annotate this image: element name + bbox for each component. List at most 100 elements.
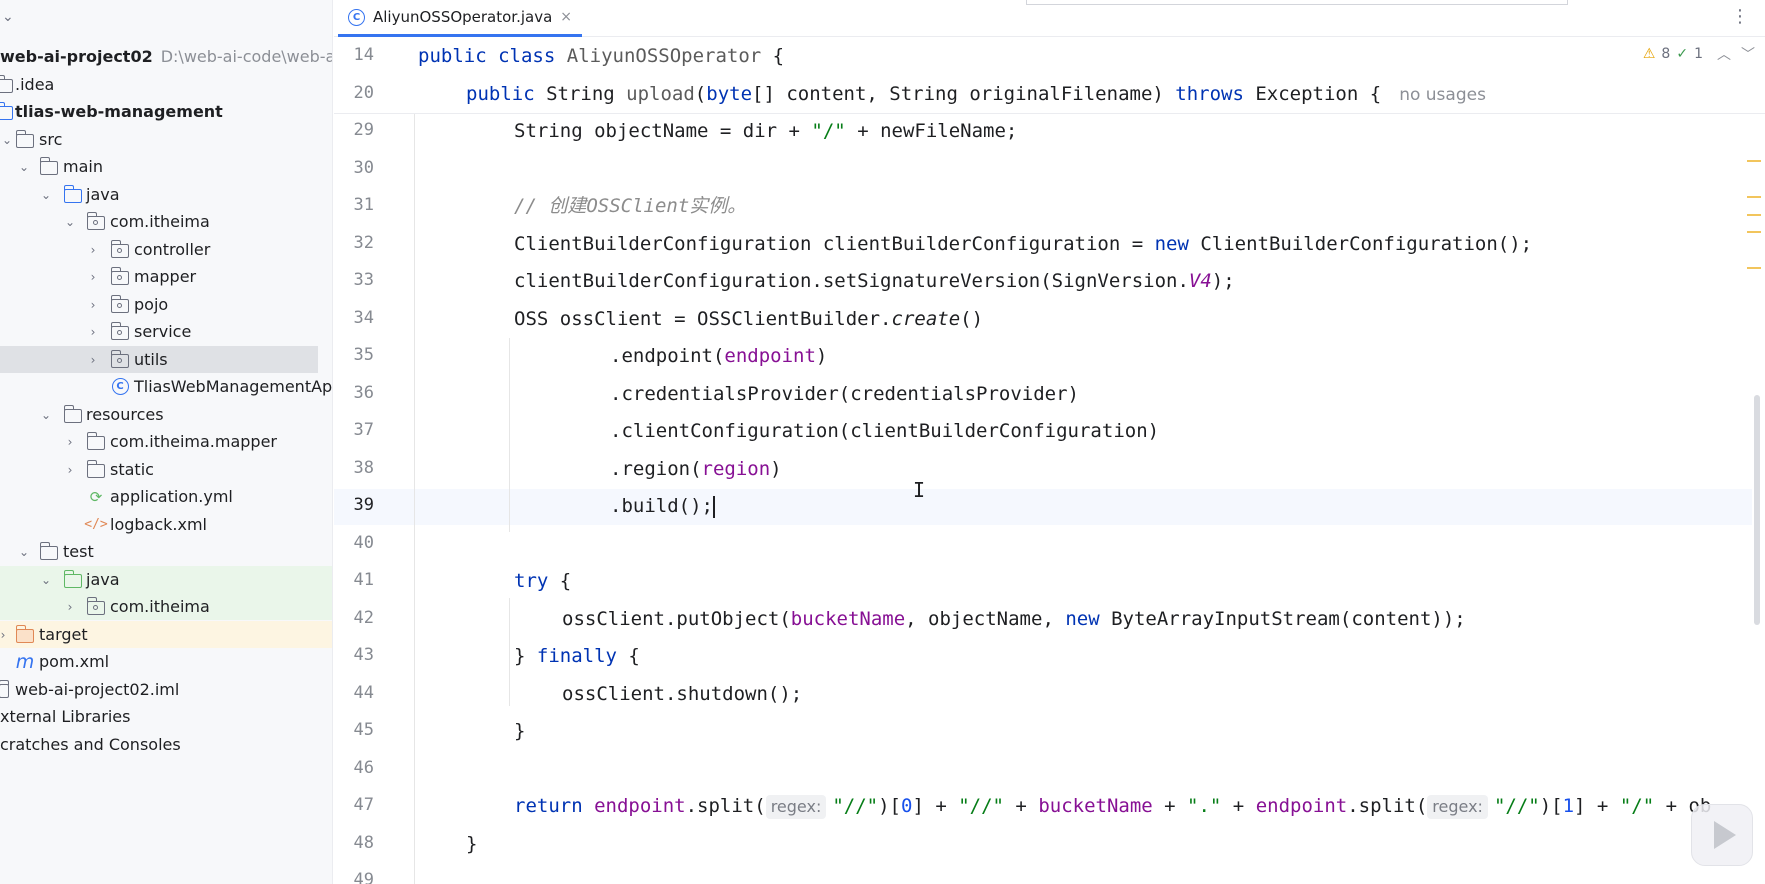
tree-item-logback-xml[interactable]: </> logback.xml	[0, 511, 332, 538]
chevron-right-icon[interactable]: ›	[86, 243, 100, 257]
tree-item-label: static	[110, 460, 154, 479]
play-overlay-button[interactable]	[1691, 804, 1753, 866]
tree-item-static[interactable]: › static	[0, 456, 332, 483]
tree-item-target[interactable]: › target	[0, 621, 332, 648]
tree-item-java[interactable]: ⌄ java	[0, 181, 332, 208]
chevron-right-icon[interactable]: ›	[63, 435, 77, 449]
current-line-highlight	[334, 489, 1752, 525]
code-line-36: .credentialsProvider(credentialsProvider…	[610, 383, 1079, 405]
tree-item-module[interactable]: tlias-web-management	[0, 98, 332, 125]
tree-item-label: target	[39, 625, 88, 644]
warning-stripe[interactable]	[1747, 267, 1761, 269]
tree-item-idea[interactable]: .idea	[0, 71, 332, 98]
warning-stripe[interactable]	[1747, 196, 1761, 198]
chevron-up-icon[interactable]: ︿	[1717, 44, 1731, 64]
indent-guide	[509, 598, 510, 706]
test-source-folder-icon	[63, 569, 83, 590]
tree-item-package-itheima[interactable]: ⌄ com.itheima	[0, 208, 332, 235]
tree-item-iml[interactable]: web-ai-project02.iml	[0, 676, 332, 703]
tree-item-resources[interactable]: ⌄ resources	[0, 401, 332, 428]
tree-item-mapper[interactable]: › mapper	[0, 263, 332, 290]
code-editor[interactable]: C AliyunOSSOperator.java × ⋮ 14 public c…	[334, 0, 1765, 884]
code-line-33: clientBuilderConfiguration.setSignatureV…	[514, 270, 1235, 292]
project-tool-window: ⌄ web-ai-project02D:\web-ai-code\web-ai-…	[0, 0, 333, 884]
code-line-42: ossClient.putObject(bucketName, objectNa…	[562, 608, 1466, 630]
indent-guide	[509, 338, 510, 532]
line-number: 35	[353, 345, 374, 365]
line-number: 41	[353, 570, 374, 590]
package-icon	[110, 239, 130, 260]
chevron-right-icon[interactable]: ›	[0, 628, 10, 642]
chevron-down-icon[interactable]: ⌄	[39, 408, 53, 422]
editor-tab-bar: C AliyunOSSOperator.java × ⋮	[334, 0, 1765, 37]
tree-item-label: pom.xml	[39, 652, 110, 671]
tree-item-scratches[interactable]: cratches and Consoles	[0, 731, 332, 758]
chevron-down-icon[interactable]: ⌄	[39, 573, 53, 587]
tree-item-test-package[interactable]: › com.itheima	[0, 593, 332, 620]
tree-item-pojo[interactable]: › pojo	[0, 291, 332, 318]
code-line: public String upload(byte[] content, Str…	[466, 83, 1486, 105]
chevron-down-icon[interactable]: ⌄	[2, 9, 14, 25]
chevron-right-icon[interactable]: ›	[63, 463, 77, 477]
tree-item-utils[interactable]: › utils	[0, 346, 318, 373]
tree-item-label: web-ai-project02D:\web-ai-code\web-ai-p	[0, 47, 332, 66]
tree-item-label: com.itheima.mapper	[110, 432, 278, 451]
tree-item-application-yml[interactable]: ⟳ application.yml	[0, 483, 332, 510]
code-line-43: } finally {	[514, 645, 640, 667]
tree-item-test-java[interactable]: ⌄ java	[0, 566, 332, 593]
code-line-44: ossClient.shutdown();	[562, 683, 803, 705]
check-count: 1	[1694, 46, 1703, 62]
folder-icon	[15, 129, 35, 150]
tree-item-label: main	[63, 157, 103, 176]
tree-item-label: tlias-web-management	[15, 102, 223, 121]
close-icon[interactable]: ×	[560, 9, 572, 25]
tree-item-src[interactable]: ⌄ src	[0, 126, 332, 153]
package-icon	[110, 294, 130, 315]
maven-icon: m	[15, 650, 35, 673]
code-line-29: String objectName = dir + "/" + newFileN…	[514, 120, 1018, 142]
sticky-separator	[334, 113, 1765, 114]
tree-item-project-root[interactable]: web-ai-project02D:\web-ai-code\web-ai-p	[0, 43, 332, 70]
chevron-right-icon[interactable]: ›	[63, 600, 77, 614]
tree-item-label: utils	[134, 350, 168, 369]
chevron-down-icon[interactable]: ⌄	[63, 215, 77, 229]
tree-item-service[interactable]: › service	[0, 318, 332, 345]
chevron-down-icon[interactable]: ⌄	[0, 133, 14, 147]
tab-aliyun-oss-operator[interactable]: C AliyunOSSOperator.java ×	[338, 0, 583, 37]
line-number-gutter[interactable]: 29 30 31 32 33 34 35 36 37 38 39 40 41 4…	[334, 37, 414, 884]
tree-item-resources-mapper[interactable]: › com.itheima.mapper	[0, 428, 332, 455]
xml-file-icon: </>	[84, 517, 108, 532]
line-number: 48	[353, 833, 374, 853]
tree-item-pom-xml[interactable]: m pom.xml	[0, 648, 332, 675]
module-file-icon	[0, 679, 14, 700]
chevron-right-icon[interactable]: ›	[86, 298, 100, 312]
tree-item-test[interactable]: ⌄ test	[0, 538, 332, 565]
usages-hint[interactable]: no usages	[1399, 85, 1486, 105]
tree-item-label: web-ai-project02.iml	[15, 680, 180, 699]
chevron-right-icon[interactable]: ›	[86, 353, 100, 367]
warning-stripe[interactable]	[1747, 214, 1761, 216]
tree-item-label: java	[86, 570, 120, 589]
warning-icon: ⚠	[1642, 46, 1656, 62]
class-icon: C	[348, 8, 365, 26]
inspections-widget[interactable]: ⚠ 8 ✓ 1 ︿ ﹀	[1643, 44, 1755, 64]
warning-stripe[interactable]	[1747, 231, 1761, 233]
warning-stripe[interactable]	[1747, 160, 1761, 162]
tree-item-application-class[interactable]: C TliasWebManagementApp	[0, 373, 332, 400]
vertical-scrollbar-thumb[interactable]	[1754, 395, 1760, 625]
more-vertical-icon[interactable]: ⋮	[1731, 6, 1749, 27]
chevron-right-icon[interactable]: ›	[86, 325, 100, 339]
chevron-down-icon[interactable]: ⌄	[17, 545, 31, 559]
chevron-down-icon[interactable]: ﹀	[1741, 44, 1755, 64]
sticky-line-method[interactable]: 20 public String upload(byte[] content, …	[334, 75, 1765, 113]
chevron-down-icon[interactable]: ⌄	[17, 160, 31, 174]
chevron-right-icon[interactable]: ›	[86, 270, 100, 284]
tree-item-external-libraries[interactable]: xternal Libraries	[0, 703, 332, 730]
sticky-line-class[interactable]: 14 public class AliyunOSSOperator {	[334, 37, 1765, 75]
chevron-down-icon[interactable]: ⌄	[39, 188, 53, 202]
tree-item-main[interactable]: ⌄ main	[0, 153, 332, 180]
tree-item-controller[interactable]: › controller	[0, 236, 332, 263]
tree-item-label: com.itheima	[110, 212, 210, 231]
tree-item-label: .idea	[15, 75, 55, 94]
code-line-35: .endpoint(endpoint)	[610, 345, 828, 367]
